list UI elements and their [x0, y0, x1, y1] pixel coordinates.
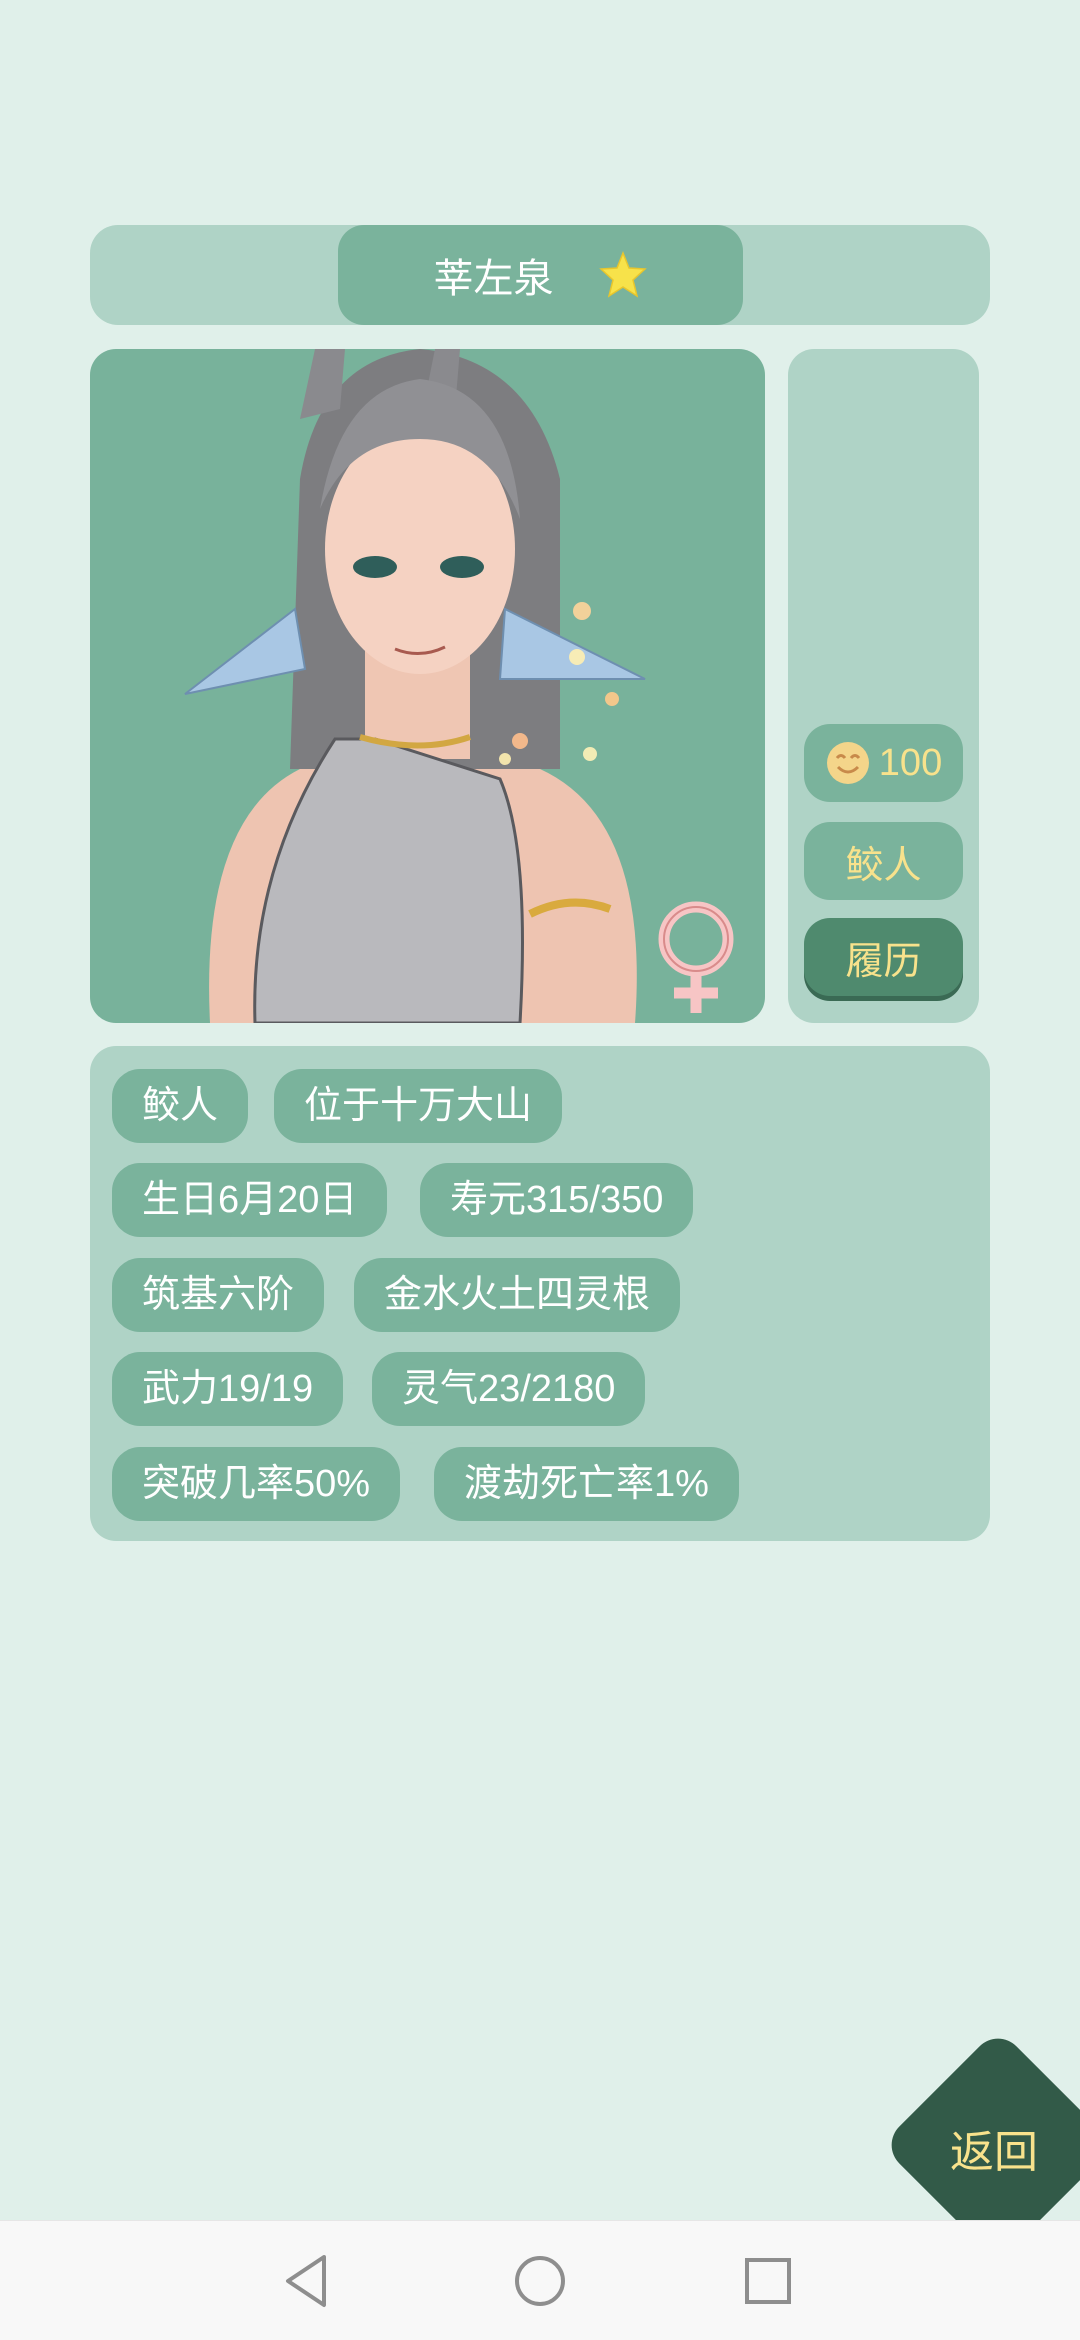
star-icon[interactable]: [598, 250, 648, 300]
nav-recents-icon[interactable]: [738, 2251, 798, 2311]
tag-spirit-energy: 灵气23/2180: [372, 1352, 646, 1426]
mood-badge[interactable]: 100: [804, 724, 963, 802]
tag-force: 武力19/19: [112, 1352, 344, 1426]
tag-tribulation-death-rate: 渡劫死亡率1%: [434, 1447, 739, 1521]
character-name-pill[interactable]: 莘左泉: [338, 225, 743, 325]
character-info-panel: 鲛人 位于十万大山 生日6月20日 寿元315/350 筑基六阶 金水火土四灵根…: [90, 1046, 990, 1541]
tag-breakthrough-rate: 突破几率50%: [112, 1447, 401, 1521]
character-name: 莘左泉: [433, 257, 554, 301]
resume-button[interactable]: 履历: [804, 918, 963, 996]
nav-back-icon[interactable]: [278, 2251, 338, 2311]
female-symbol-icon: [658, 901, 734, 1013]
smile-face-icon: [826, 742, 869, 784]
character-side-panel: 100 鲛人 履历: [788, 349, 979, 1023]
resume-label: 履历: [845, 940, 922, 983]
mood-value: 100: [878, 741, 943, 784]
character-portrait: [90, 349, 765, 1023]
tag-spirit-root: 金水火土四灵根: [354, 1258, 681, 1332]
tag-birthday: 生日6月20日: [112, 1163, 388, 1237]
character-title-bar: 莘左泉: [90, 225, 990, 325]
tag-race: 鲛人: [112, 1069, 249, 1143]
back-button-label: 返回: [950, 2128, 1038, 2177]
race-label: 鲛人: [845, 844, 922, 887]
nav-home-icon[interactable]: [510, 2251, 570, 2311]
race-badge[interactable]: 鲛人: [804, 822, 963, 900]
tag-location: 位于十万大山: [274, 1069, 563, 1143]
system-nav-bar: [0, 2220, 1080, 2340]
tag-realm: 筑基六阶: [112, 1258, 325, 1332]
tag-lifespan: 寿元315/350: [420, 1163, 694, 1237]
